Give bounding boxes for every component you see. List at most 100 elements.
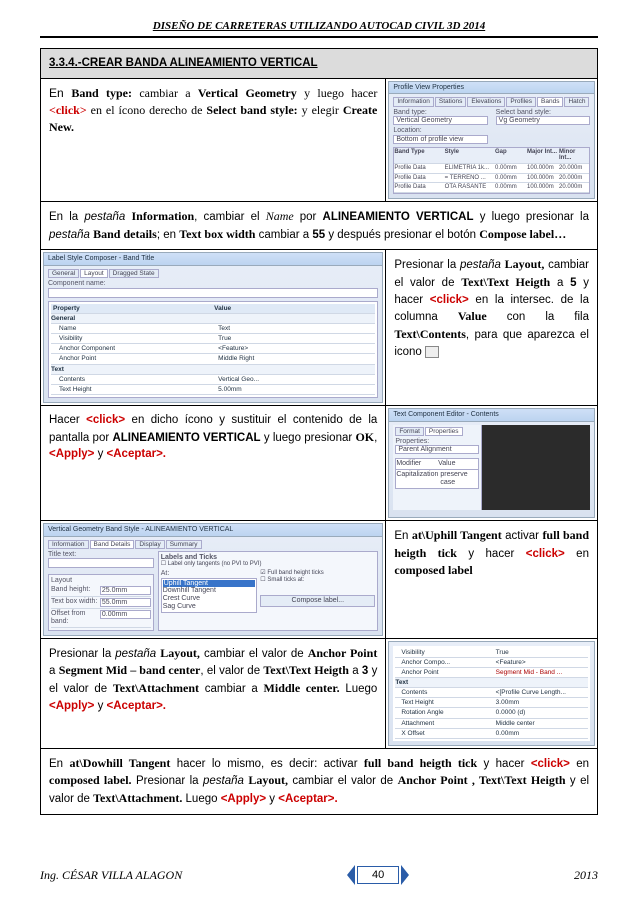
t: Presionar la [394, 259, 460, 271]
t: a [550, 277, 570, 289]
page-header-title: DISEÑO DE CARRETERAS UTILIZANDO AUTOCAD … [40, 20, 598, 32]
lsc-comp-lbl: Component name: [48, 280, 378, 288]
section-heading: 3.3.4.-CREAR BANDA ALINEAMIENTO VERTICAL [41, 49, 598, 79]
pvp-grid-header: Band TypeStyleGapMajor Int...Minor Int..… [394, 148, 589, 164]
pvp-tabs: Information Stations Elevations Profiles… [393, 97, 590, 106]
pvp-bandtype-field: Vertical Geometry [393, 116, 487, 125]
t: composed label. [49, 773, 132, 787]
t: 55 [312, 229, 325, 241]
pvp-loc-field: Bottom of profile view [393, 135, 487, 144]
t: composed label [394, 563, 472, 577]
t: Label only tangents (no PVI to PVI) [168, 561, 262, 567]
page-number: 40 [357, 866, 399, 884]
p1-t5: y luego hacer [297, 86, 378, 100]
pvp-grid-row: Profile DataOTA RASANTE0.00mm100.000m20.… [394, 183, 589, 193]
tce-preview-panel [482, 425, 590, 510]
t: ALINEAMIENTO VERTICAL [112, 432, 260, 444]
t: ALINEAMIENTO VERTICAL [323, 211, 474, 223]
t: en [565, 548, 589, 560]
vgbs-tab-active: Band Details [90, 540, 135, 549]
lsc-tree: PropertyValue General NameText Visibilit… [48, 301, 378, 398]
cell-shot-props: VisibilityTrue Anchor Compo...<Feature> … [386, 638, 598, 748]
t: cambiar a [199, 683, 263, 695]
ribbon-left-icon [347, 865, 355, 885]
p1-t: En [49, 86, 71, 100]
pvp-selstyle-lbl: Select band style: [496, 109, 590, 117]
pvp-tab: Stations [435, 97, 467, 106]
t: y [94, 448, 106, 460]
pvp-grid-row: Profile Data= TERRENO ...0.00mm100.000m2… [394, 174, 589, 184]
tce-prop-val: Parent Alignment [395, 445, 479, 454]
t: <click> [531, 758, 570, 770]
cell-p4: Hacer <click> en dicho ícono y sustituir… [41, 405, 386, 520]
cell-shot-tce: Text Component Editor - Contents Format P… [386, 405, 598, 520]
lsc-tab: General [48, 269, 79, 278]
p1-bandtype: Band type: [71, 86, 132, 100]
t: Name [266, 209, 300, 223]
t: Presionar la [132, 775, 203, 787]
t: <click> [430, 294, 469, 306]
t: Downhill Tangent [163, 587, 256, 595]
t: cambiar el valor de [200, 648, 308, 660]
t: Luego [340, 683, 378, 695]
vgbs-compose-btn: Compose label... [260, 595, 375, 607]
t: , [374, 432, 377, 444]
screenshot-properties: VisibilityTrue Anchor Compo...<Feature> … [388, 641, 595, 746]
pvp-loc-lbl: Location: [393, 127, 487, 135]
pvp-tab: Profiles [506, 97, 536, 106]
t: at\Uphill Tangent [412, 528, 502, 542]
t: y luego presionar la [474, 211, 589, 223]
p1-t3: cambiar a [132, 86, 198, 100]
lsc-tab-active: Layout [80, 269, 108, 278]
p1-click: <click> [49, 103, 87, 117]
t: y [266, 793, 278, 805]
t: hacer lo mismo, es decir: activar [170, 758, 364, 770]
screenshot-vg-band-style: Vertical Geometry Band Style - ALINEAMIE… [43, 523, 383, 636]
t: cambiar a [255, 229, 312, 241]
t: y hacer [457, 548, 526, 560]
content-table: 3.3.4.-CREAR BANDA ALINEAMIENTO VERTICAL… [40, 48, 598, 815]
t: full band heigth tick [364, 756, 477, 770]
pvp-tab: Information [393, 97, 434, 106]
t: por [300, 211, 323, 223]
t: Text box width [179, 227, 255, 241]
vgbs-tt-field [48, 558, 154, 568]
vgbs-tt-lbl: Title text: [48, 551, 154, 559]
t: <Apply> [49, 700, 94, 712]
vgbs-tab: Display [135, 540, 164, 549]
lsc-tab: Dragged State [109, 269, 159, 278]
t: Layout [51, 577, 151, 585]
t: Anchor Point , Text\Text Heigth [398, 773, 566, 787]
tce-title: Text Component Editor - Contents [389, 409, 594, 422]
t: <Aceptar>. [278, 793, 337, 805]
t: Layout, [248, 773, 288, 787]
t: Value [458, 309, 487, 323]
pvp-grid-row: Profile DataELIMETRIA 1k...0.00mm100.000… [394, 164, 589, 174]
t: <Apply> [221, 793, 266, 805]
t: <click> [526, 548, 565, 560]
t: Luego [182, 793, 220, 805]
p1-t7: en el ícono derecho de [87, 103, 207, 117]
t: En [394, 530, 411, 542]
t: Middle center. [264, 681, 340, 695]
t: , cambiar el [194, 211, 266, 223]
t: a [349, 665, 362, 677]
tce-tab: Format [395, 427, 424, 436]
pvp-bandtype-lbl: Band type: [393, 109, 487, 117]
page-number-ribbon: 40 [347, 865, 409, 885]
pvp-titlebar: Profile View Properties [389, 82, 594, 95]
t: pestaña [84, 211, 131, 223]
cell-shot-vgbs: Vertical Geometry Band Style - ALINEAMIE… [41, 520, 386, 638]
t: a [49, 665, 59, 677]
t: pestaña [203, 775, 248, 787]
t: Layout, [505, 257, 545, 271]
t: ; en [157, 229, 179, 241]
ribbon-right-icon [401, 865, 409, 885]
t: <Aceptar>. [107, 700, 166, 712]
cell-shot-lsc: Label Style Composer - Band Title Genera… [41, 250, 386, 406]
t: y después presionar el botón [325, 229, 479, 241]
t: Crest Curve [163, 595, 256, 603]
cell-p1: En Band type: cambiar a Vertical Geometr… [41, 78, 386, 201]
t: Anchor Point [308, 646, 378, 660]
p1-t9: y elegir [298, 103, 343, 117]
